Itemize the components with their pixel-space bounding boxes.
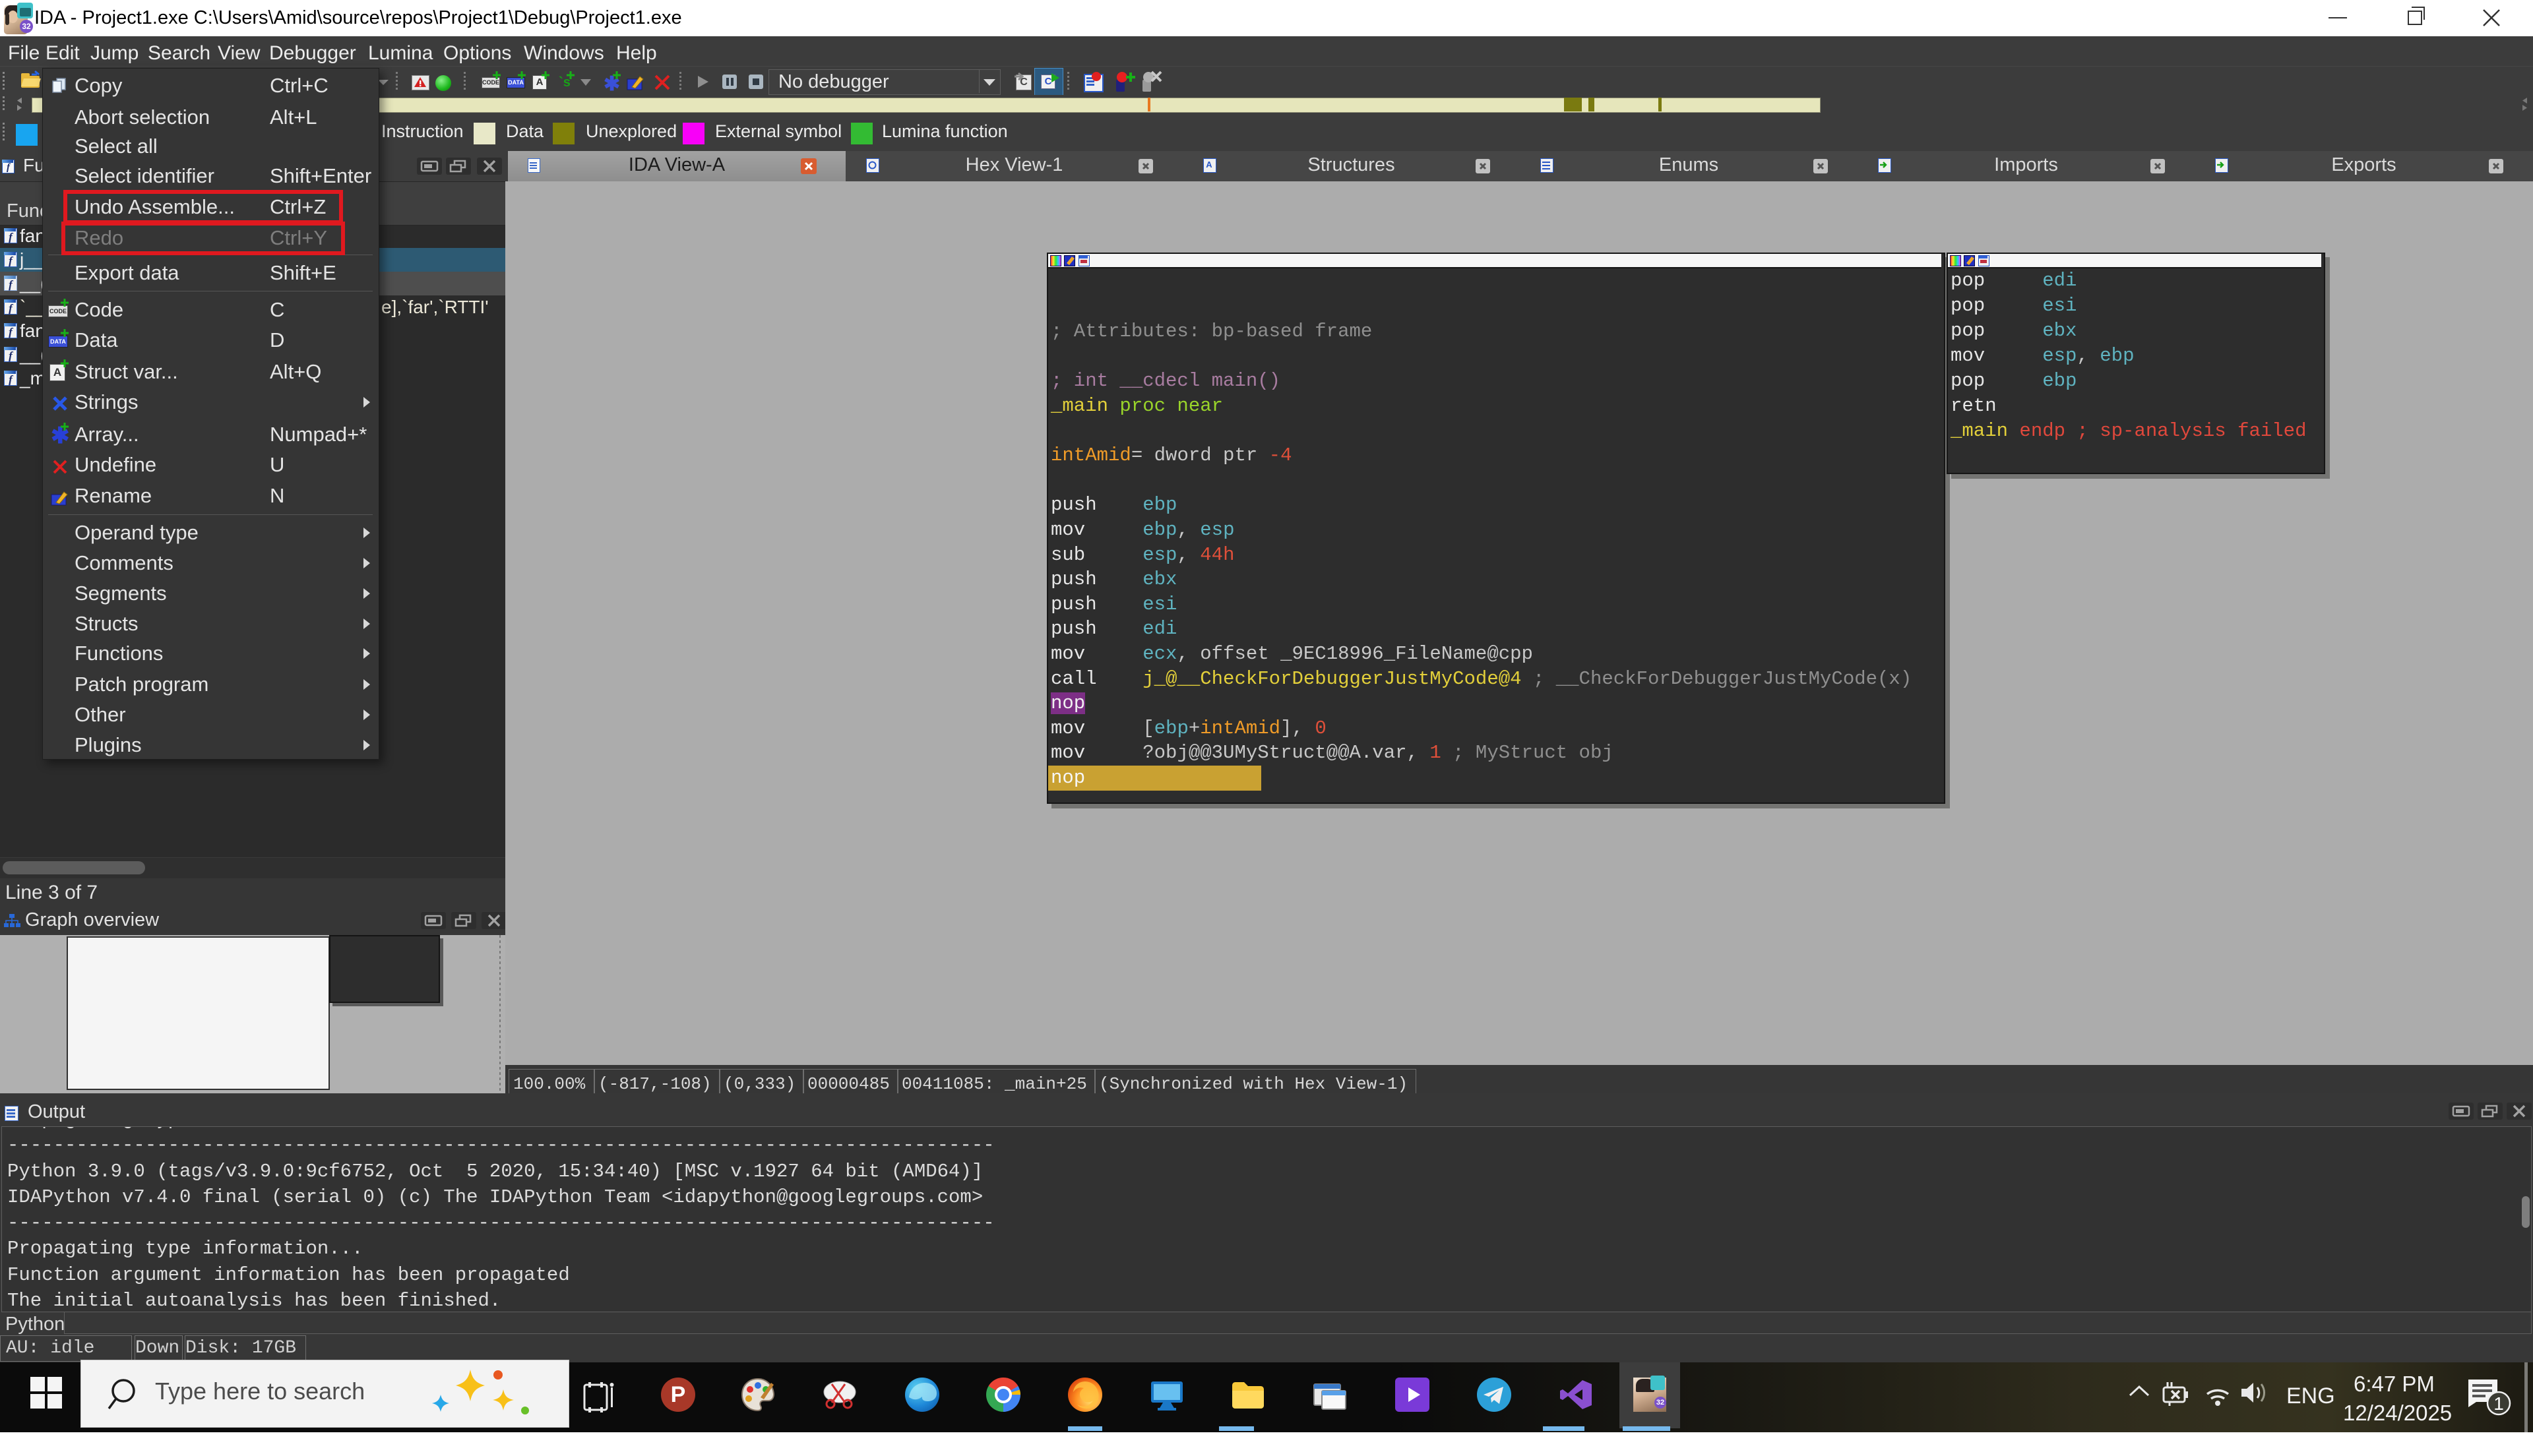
svg-text:1: 1 bbox=[2493, 1393, 2504, 1414]
